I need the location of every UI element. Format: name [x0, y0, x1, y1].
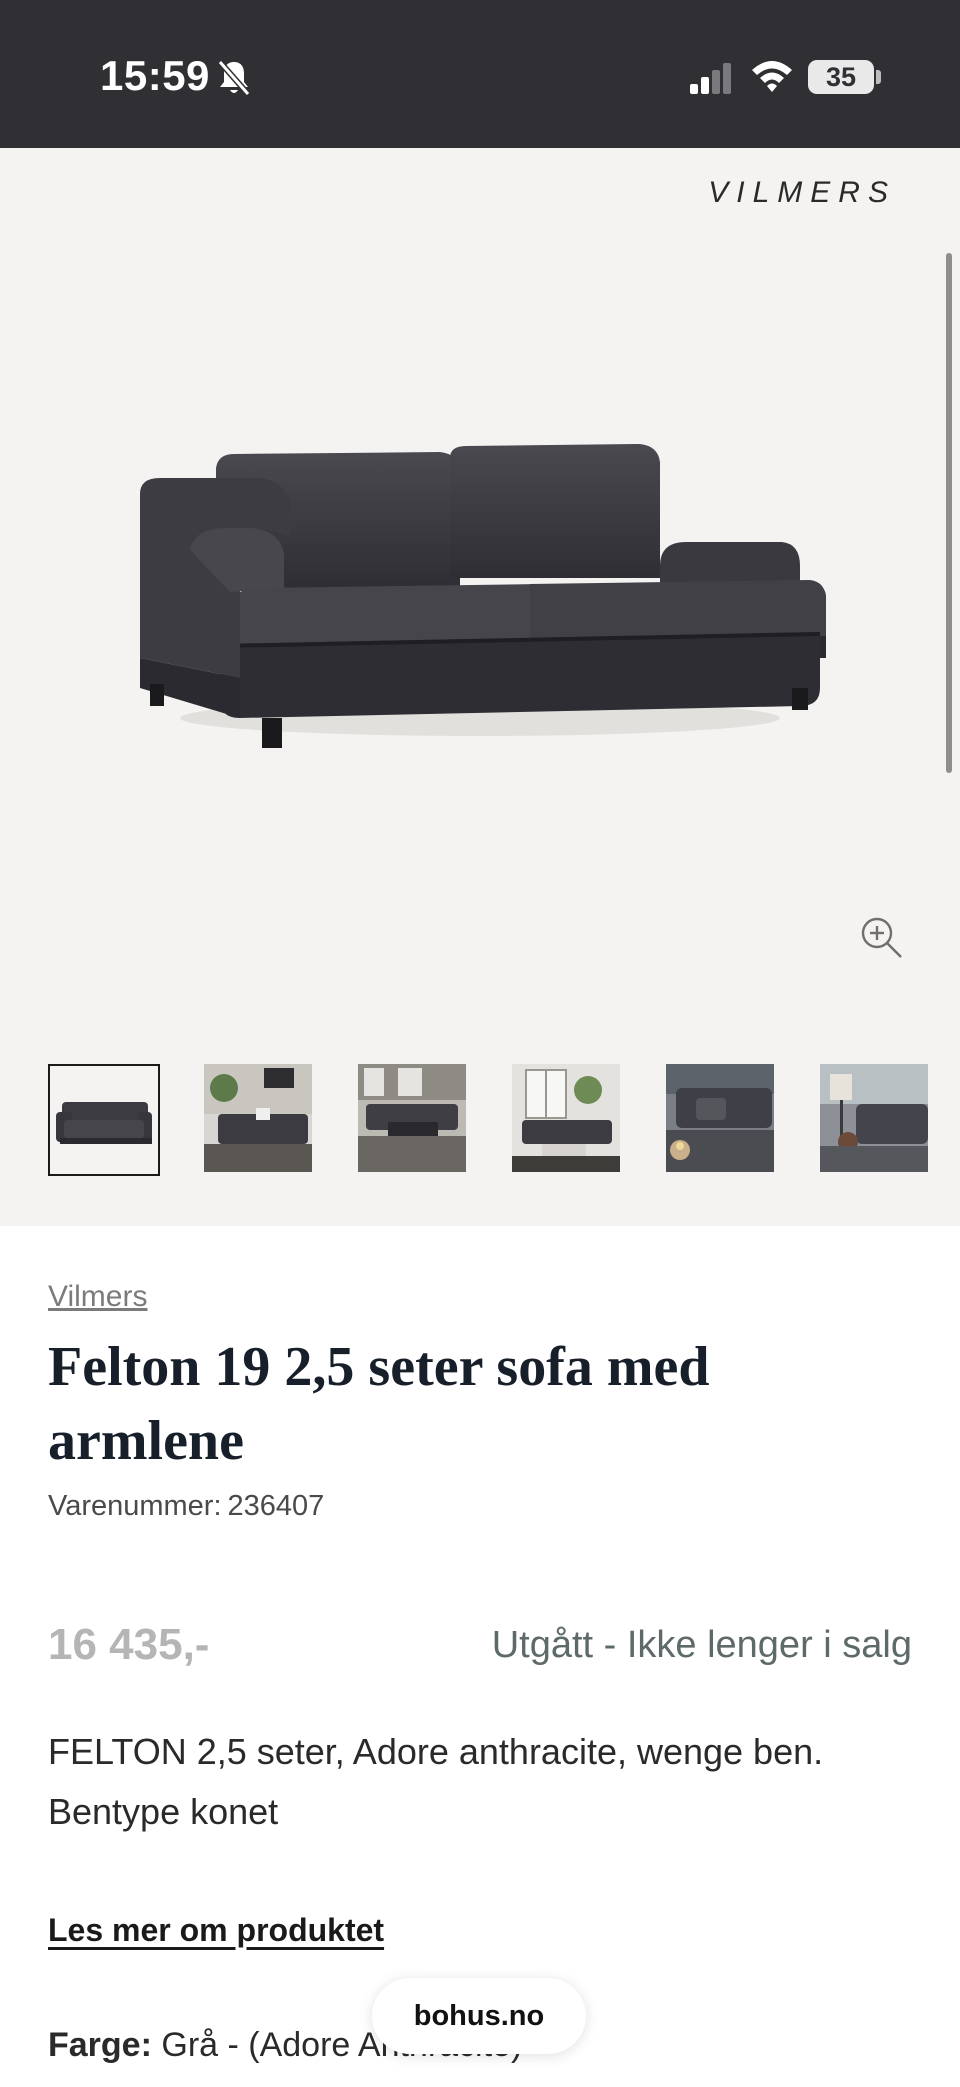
thumbnail-living-room-rug[interactable] — [358, 1064, 470, 1176]
status-bar: 15:59 35 — [0, 0, 960, 148]
zoom-in-icon[interactable] — [858, 914, 904, 960]
battery-icon: 35 — [808, 60, 874, 94]
thumbnail-living-room-window[interactable] — [512, 1064, 624, 1176]
bell-slash-icon — [217, 60, 251, 96]
sku: Varenummer: 236407 — [48, 1490, 324, 1523]
gallery-scrollbar[interactable] — [946, 253, 952, 773]
battery-tip — [876, 70, 881, 84]
product-description: FELTON 2,5 seter, Adore anthracite, weng… — [48, 1731, 824, 1832]
sku-value: 236407 — [227, 1490, 325, 1522]
status-time: 15:59 — [100, 52, 210, 99]
brand-logo: VILMERS — [708, 176, 896, 209]
color-label: Farge: — [48, 2026, 152, 2064]
thumbnail-sofa-studio[interactable] — [48, 1064, 160, 1176]
product-title: Felton 19 2,5 seter sofa med armlene — [48, 1336, 710, 1472]
thumbnail-strip — [48, 1064, 960, 1178]
read-more-link[interactable]: Les mer om produktet — [48, 1912, 384, 1949]
sofa-product-image[interactable] — [120, 388, 840, 768]
browser-url-bar[interactable]: bohus.no — [372, 1978, 586, 2054]
wifi-icon — [752, 61, 792, 92]
thumbnail-sofa-lamp-corner[interactable] — [820, 1064, 932, 1176]
sku-label: Varenummer: — [48, 1490, 222, 1522]
vendor-link[interactable]: Vilmers — [48, 1280, 147, 1314]
product-price: 16 435,- — [48, 1620, 210, 1669]
thumbnail-sofa-closeup-candle[interactable] — [666, 1064, 778, 1176]
cellular-signal-icon — [690, 63, 731, 94]
availability-status: Utgått - Ikke lenger i salg — [491, 1624, 912, 1666]
thumbnail-living-room-plant[interactable] — [204, 1064, 316, 1176]
product-gallery: VILMERS — [0, 148, 960, 1226]
